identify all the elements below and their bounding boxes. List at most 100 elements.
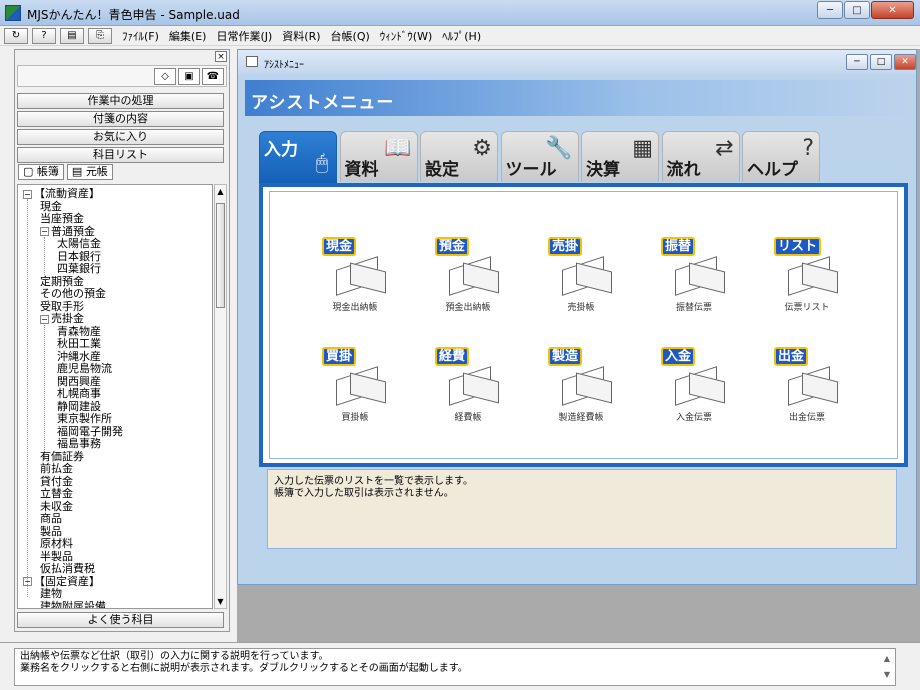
menu-item[interactable]: 買掛 買掛帳 [310,347,400,427]
tree-item[interactable]: 四葉銀行 [57,262,101,275]
tree-item[interactable]: 未収金 [40,500,73,513]
close-button[interactable]: ✕ [871,1,914,19]
working-process-button[interactable]: 作業中の処理 [17,93,224,109]
tab-category-2[interactable]: 設定 ⚙ [420,131,498,182]
tree-item[interactable]: − 売掛金 [40,312,84,325]
tree-item[interactable]: 青森物産 [57,325,101,338]
menu-item-icon [443,363,499,406]
collapse-icon[interactable]: − [40,227,49,236]
menu-ledger[interactable]: 台帳(Q) [331,28,370,44]
minimize-button[interactable]: ─ [817,1,843,19]
assist-minimize-button[interactable]: ─ [846,54,868,70]
menu-item[interactable]: 売掛 売掛帳 [536,237,626,317]
tree-item[interactable]: 鹿児島物流 [57,362,112,375]
tree-item-label: 原材料 [40,537,73,550]
sticky-notes-button[interactable]: 付箋の内容 [17,111,224,127]
help-icon[interactable]: ? [32,27,56,44]
tree-item[interactable]: 静岡建設 [57,400,101,413]
tree-item[interactable]: 定期預金 [40,275,84,288]
list-icon[interactable]: ▤ [60,27,84,44]
menu-item[interactable]: 入金 入金伝票 [649,347,739,427]
menu-file[interactable]: ﾌｧｲﾙ(F) [122,28,159,44]
frequent-accounts-button[interactable]: よく使う科目 [17,612,224,628]
menu-item[interactable]: リスト 伝票リスト [762,237,852,317]
tree-item[interactable]: 日本銀行 [57,250,101,263]
menu-help[interactable]: ﾍﾙﾌﾟ(H) [442,28,481,44]
collapse-icon[interactable]: − [23,189,32,199]
tree-item[interactable]: 建物 [40,587,62,600]
tree-item[interactable]: 建物附属設備 [40,600,106,609]
tree-item[interactable]: 貸付金 [40,475,73,488]
tree-item[interactable]: 立替金 [40,487,73,500]
tree-item[interactable]: 沖縄水産 [57,350,101,363]
tree-guide-line [44,325,45,460]
tree-item[interactable]: 秋田工業 [57,337,101,350]
tree-item[interactable]: 太陽信金 [57,237,101,250]
pane-close-icon[interactable]: × [215,51,227,62]
assist-maximize-button[interactable]: □ [870,54,892,70]
menu-item-label: 経費帳 [454,413,482,423]
assist-close-button[interactable]: ✕ [894,54,916,70]
window-icon [246,56,258,67]
menu-item[interactable]: 預金 預金出納帳 [423,237,513,317]
tree-item[interactable]: 商品 [40,512,62,525]
tree-item[interactable]: 半製品 [40,550,73,563]
tab-books[interactable]: ▢ 帳簿 [18,164,64,180]
tab-ledger[interactable]: ▤ 元帳 [66,164,113,180]
tab-category-1[interactable]: 資料 📖 [339,131,418,182]
tree-item[interactable]: 現金 [40,200,62,213]
phone-icon[interactable]: ☎ [202,68,224,85]
tree-item[interactable]: 福岡電子開発 [57,425,123,438]
tree-item[interactable]: 製品 [40,525,62,538]
tree-item-label: 現金 [40,199,62,213]
account-tree[interactable]: − 【流動資産】 現金 当座預金 − 普通預金 太陽信金 日本銀行 四葉銀行 定期預金 その他の預金… [17,184,213,609]
tree-item[interactable]: その他の預金 [40,287,106,300]
book-search-icon[interactable]: ▣ [178,68,200,85]
status-scroll-icon[interactable]: ▲ ▼ [881,651,893,683]
menu-data[interactable]: 資料(R) [282,28,320,44]
tree-item[interactable]: 東京製作所 [57,412,112,425]
refresh-icon[interactable]: ↻ [4,27,28,44]
menu-item-label: 売掛帳 [567,303,595,313]
menu-item[interactable]: 出金 出金伝票 [762,347,852,427]
tree-guide-line [44,237,45,277]
tree-item-label: 普通預金 [51,224,95,238]
menu-item[interactable]: 経費 経費帳 [423,347,513,427]
tab-category-0[interactable]: 入力 🖱 [259,131,337,183]
favorites-button[interactable]: お気に入り [17,129,224,145]
scroll-thumb[interactable] [216,203,225,308]
scroll-down-icon[interactable]: ▼ [215,595,226,608]
tab-category-label: 流れ [666,160,701,180]
tree-item-label: 秋田工業 [57,337,101,350]
tree-item[interactable]: 有価証券 [40,450,84,463]
tree-item[interactable]: 原材料 [40,537,73,550]
maximize-button[interactable]: □ [844,1,870,19]
tab-category-3[interactable]: ツール 🔧 [500,131,579,182]
collapse-icon[interactable]: − [40,314,49,324]
tab-category-5[interactable]: 流れ ⇄ [661,131,740,182]
tree-item[interactable]: 受取手形 [40,300,84,313]
tree-item[interactable]: 札幌商事 [57,387,101,400]
tree-item[interactable]: 当座預金 [40,212,84,225]
menu-item[interactable]: 製造 製造経費帳 [536,347,626,427]
tree-item[interactable]: − 【固定資産】 [23,575,100,588]
menu-item[interactable]: 振替 振替伝票 [649,237,739,317]
menu-edit[interactable]: 編集(E) [169,28,207,44]
tree-item[interactable]: 前払金 [40,462,73,475]
tree-item[interactable]: − 【流動資産】 [23,187,100,200]
tree-item[interactable]: − 普通預金 [40,225,95,238]
menu-daily[interactable]: 日常作業(J) [216,28,272,44]
menu-window[interactable]: ｳｨﾝﾄﾞｳ(W) [380,28,432,44]
copy-icon[interactable]: ⎘ [88,27,112,44]
tab-category-6[interactable]: ヘルプ? [742,131,820,182]
tree-item[interactable]: 関西興産 [57,375,101,388]
menu-item-head: 買掛 [322,347,357,366]
tab-category-4[interactable]: 決算 ▦ [581,131,659,182]
scroll-up-icon[interactable]: ▲ [215,185,226,198]
tree-scrollbar[interactable]: ▲ ▼ [214,184,227,609]
eraser-icon[interactable]: ◇ [154,68,176,85]
tree-item[interactable]: 福島事務 [57,437,101,450]
menu-item[interactable]: 現金 現金出納帳 [310,237,400,317]
account-list-button[interactable]: 科目リスト [17,147,224,163]
tree-item[interactable]: 仮払消費税 [40,562,95,575]
